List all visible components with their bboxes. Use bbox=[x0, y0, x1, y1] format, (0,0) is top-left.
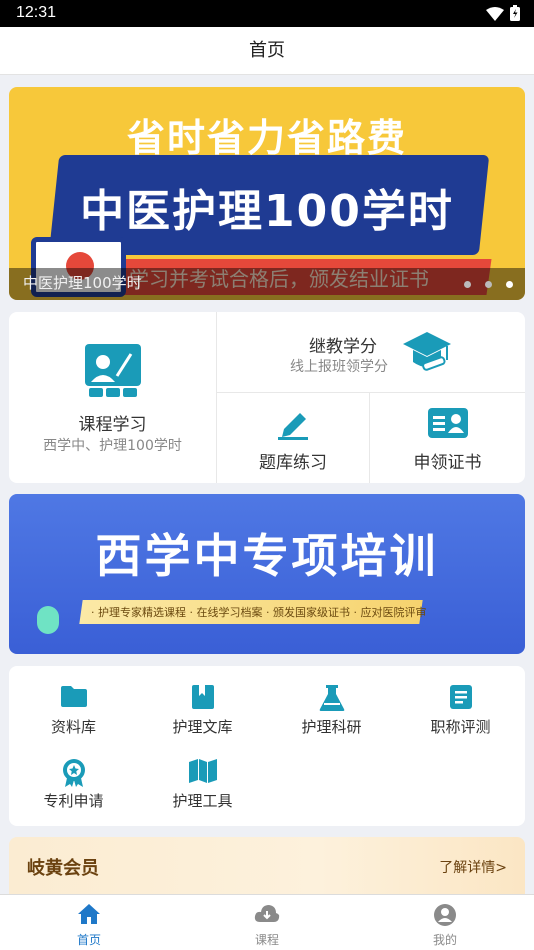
bottom-tab-bar: 首页 课程 我的 bbox=[0, 894, 534, 950]
training-banner-title: 西学中专项培训 bbox=[95, 529, 439, 583]
tool-patent-application[interactable]: 专利申请 bbox=[9, 740, 138, 810]
tab-courses[interactable]: 课程 bbox=[178, 895, 356, 950]
question-bank-button[interactable]: 题库练习 bbox=[217, 393, 369, 483]
course-study-subtitle: 西学中、护理100学时 bbox=[43, 438, 182, 454]
membership-details-link[interactable]: 了解详情> bbox=[439, 857, 507, 877]
badge-icon bbox=[60, 758, 88, 792]
pager-dot-active[interactable] bbox=[506, 281, 513, 288]
tab-label: 课程 bbox=[254, 933, 279, 947]
tab-profile[interactable]: 我的 bbox=[356, 895, 534, 950]
notebook-icon bbox=[449, 684, 473, 714]
capsule-decoration bbox=[37, 606, 59, 634]
status-time: 12:31 bbox=[16, 4, 57, 21]
credit-label: 继教学分 bbox=[309, 337, 377, 357]
tool-nursing-tools[interactable]: 护理工具 bbox=[138, 740, 267, 810]
graduation-cap-icon bbox=[401, 328, 453, 380]
banner-pager-dots bbox=[464, 281, 513, 288]
membership-title: 岐黄会员 bbox=[27, 858, 99, 879]
tab-label: 首页 bbox=[76, 933, 101, 947]
tool-label: 资料库 bbox=[50, 718, 96, 736]
battery-icon bbox=[510, 5, 520, 25]
pager-dot[interactable] bbox=[464, 281, 471, 288]
course-study-button[interactable]: 课程学习 西学中、护理100学时 bbox=[9, 312, 216, 483]
apply-certificate-button[interactable]: 申领证书 bbox=[370, 393, 525, 483]
apply-certificate-label: 申领证书 bbox=[413, 453, 482, 473]
tab-label: 我的 bbox=[432, 933, 457, 947]
page-title: 首页 bbox=[0, 27, 534, 75]
status-icons bbox=[486, 5, 520, 25]
training-banner[interactable]: 西学中专项培训 · 护理专家精选课程 · 在线学习档案 · 颁发国家级证书 · … bbox=[9, 494, 525, 654]
cloud-icon bbox=[254, 903, 280, 927]
banner-caption: 中医护理100学时 bbox=[23, 274, 142, 292]
feature-grid: 课程学习 西学中、护理100学时 继教学分 线上报班领学分 题库练习 申领证书 bbox=[9, 312, 525, 483]
tool-title-assessment[interactable]: 职称评测 bbox=[396, 666, 525, 736]
hero-banner[interactable]: 省时省力省路费 中医护理100学时 学习并考试合格后，颁发结业证书 中医护理10… bbox=[9, 87, 525, 300]
map-icon bbox=[188, 758, 218, 788]
id-card-icon bbox=[427, 407, 469, 443]
credit-subtitle: 线上报班领学分 bbox=[290, 359, 388, 375]
folder-icon bbox=[60, 684, 88, 712]
tool-nursing-research[interactable]: 护理科研 bbox=[267, 666, 396, 736]
profile-icon bbox=[433, 903, 457, 931]
continuing-education-credit-button[interactable]: 继教学分 线上报班领学分 bbox=[217, 312, 525, 392]
banner-main-text: 中医护理100学时 bbox=[80, 186, 454, 237]
home-icon bbox=[77, 903, 101, 929]
tool-label: 专利申请 bbox=[43, 792, 104, 810]
tools-grid: 资料库 护理文库 护理科研 职称评测 专利申请 护理工具 bbox=[9, 666, 525, 826]
banner-slogan: 省时省力省路费 bbox=[126, 116, 407, 160]
wifi-icon bbox=[486, 6, 504, 25]
training-banner-subtitle: · 护理专家精选课程 · 在线学习档案 · 颁发国家级证书 · 应对医院评审 bbox=[91, 606, 427, 619]
tool-nursing-library[interactable]: 护理文库 bbox=[138, 666, 267, 736]
tool-label: 职称评测 bbox=[430, 718, 491, 736]
question-bank-label: 题库练习 bbox=[259, 453, 327, 473]
tool-label: 护理文库 bbox=[172, 718, 233, 736]
pencil-icon bbox=[276, 407, 310, 445]
book-icon bbox=[191, 684, 215, 714]
course-study-label: 课程学习 bbox=[78, 415, 147, 435]
tool-label: 护理工具 bbox=[172, 792, 233, 810]
classroom-icon bbox=[83, 342, 143, 402]
status-bar: 12:31 bbox=[0, 0, 534, 27]
tool-resource-library[interactable]: 资料库 bbox=[9, 666, 138, 736]
tab-home[interactable]: 首页 bbox=[0, 895, 178, 950]
tool-label: 护理科研 bbox=[301, 718, 362, 736]
flask-icon bbox=[319, 684, 345, 716]
pager-dot[interactable] bbox=[485, 281, 492, 288]
